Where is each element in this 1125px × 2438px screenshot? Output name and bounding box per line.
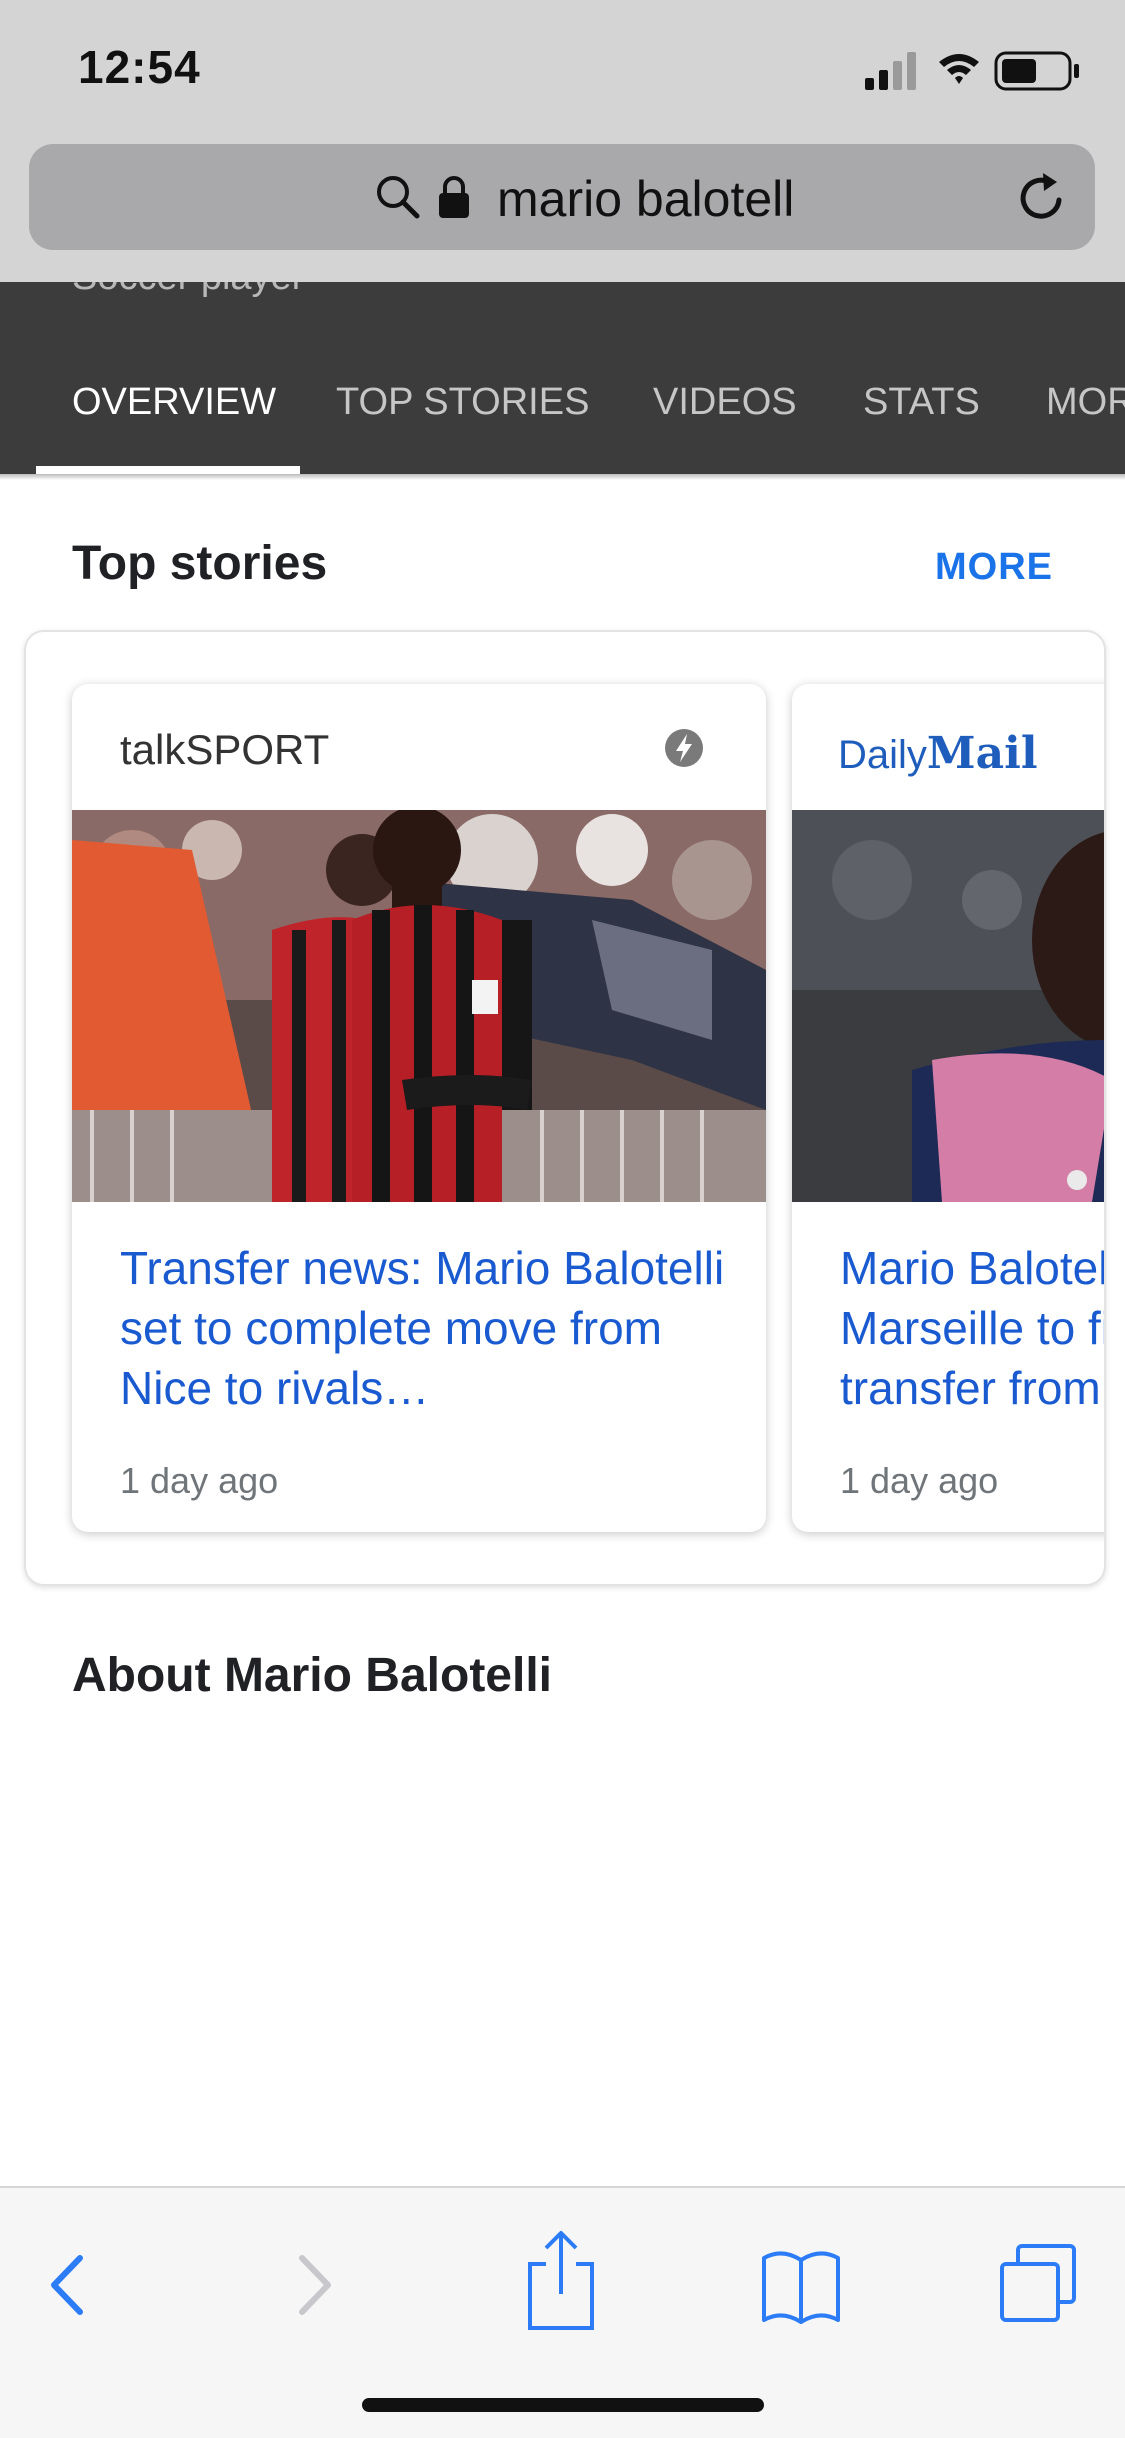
entity-header: Soccer player [0,282,1125,330]
cellular-signal-icon [865,52,916,90]
logo-word-daily: Daily [838,733,927,777]
browser-address-area: mario balotell [0,140,1125,282]
top-stories-more-link[interactable]: MORE [935,546,1053,589]
tabs-shadow [0,474,1125,480]
story-time: 1 day ago [840,1460,999,1501]
story-card[interactable]: talkSPORT Transfer news: Mario Balotelli… [72,684,766,1532]
entity-subtitle: Soccer player [72,282,304,299]
story-card[interactable]: DailyMail Mario Balotelli set to join Ma… [792,684,1104,1532]
story-source: talkSPORT [120,726,330,773]
knowledge-tabs: OVERVIEW TOP STORIES VIDEOS STATS MORE [0,330,1125,474]
bookmarks-icon[interactable] [756,2240,846,2330]
active-tab-indicator [36,466,300,474]
top-stories-title: Top stories [72,537,328,590]
top-stories-carousel[interactable]: talkSPORT Transfer news: Mario Balotelli… [24,630,1106,1586]
story-image [792,810,1104,1202]
lock-icon [439,176,469,218]
tab-videos[interactable]: VIDEOS [653,330,797,474]
story-headline[interactable]: Transfer news: Mario Balotelli set to co… [120,1238,730,1418]
reload-icon[interactable] [1015,170,1071,226]
about-title: About Mario Balotelli [72,1649,552,1702]
address-bar[interactable]: mario balotell [29,144,1095,250]
status-time: 12:54 [78,41,201,93]
story-time: 1 day ago [120,1460,279,1501]
tab-stats[interactable]: STATS [863,330,980,474]
address-text: mario balotell [497,171,795,227]
amp-lightning-icon [665,729,703,767]
logo-word-mail: Mail [926,728,1038,779]
tab-more[interactable]: MORE [1046,330,1125,474]
share-icon[interactable] [516,2228,606,2332]
story-headline[interactable]: Mario Balotelli set to join Marseille to… [840,1238,1104,1418]
tab-overview[interactable]: OVERVIEW [72,330,276,474]
tabs-icon[interactable] [996,2240,1080,2330]
back-icon[interactable] [22,2240,112,2330]
home-indicator [362,2398,764,2412]
status-bar: 12:54 [0,0,1125,140]
story-image [72,810,766,1202]
search-icon [377,176,420,219]
battery-icon [994,51,1079,91]
wifi-icon [939,54,979,84]
tab-top-stories[interactable]: TOP STORIES [336,330,589,474]
dailymail-logo: DailyMail [838,728,1038,779]
forward-icon[interactable] [270,2240,360,2330]
status-icons [865,48,1085,92]
